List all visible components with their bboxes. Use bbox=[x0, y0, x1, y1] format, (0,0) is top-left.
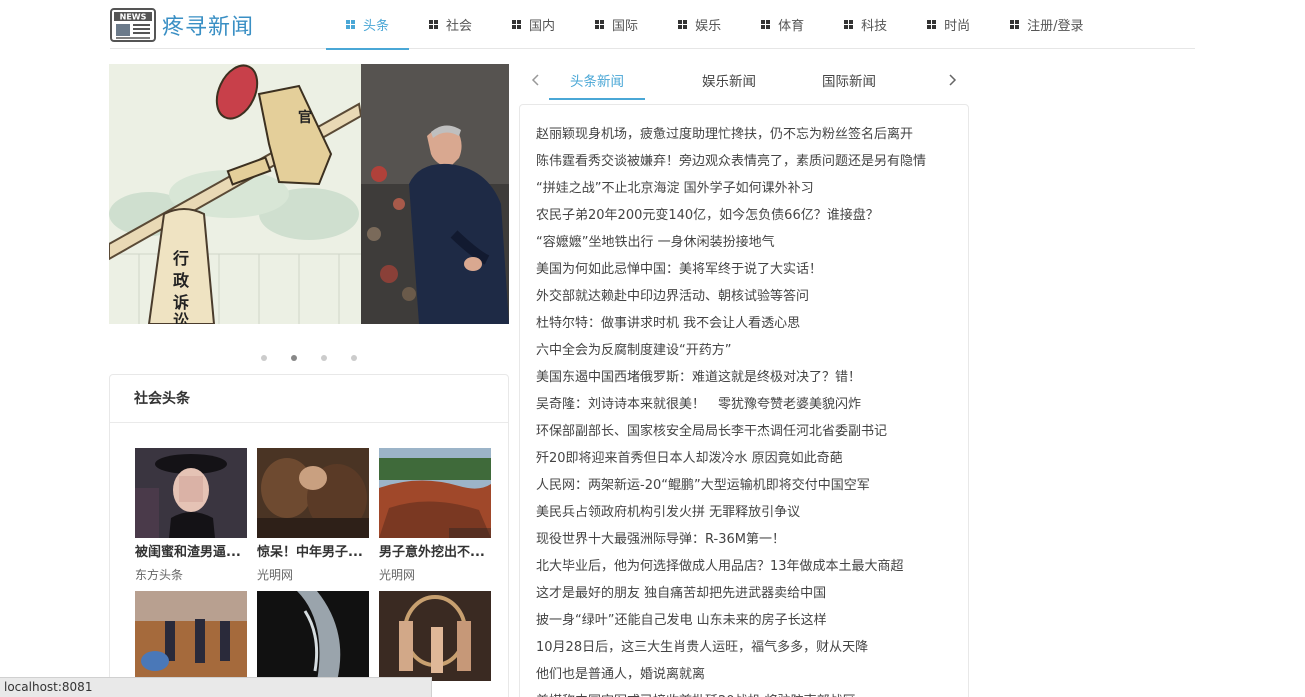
carousel-dot[interactable] bbox=[291, 355, 297, 361]
nav-item-label: 时尚 bbox=[944, 19, 971, 34]
society-item-source: 光明网 bbox=[257, 568, 294, 582]
browser-status-bar: localhost:8081 bbox=[0, 677, 432, 697]
society-item[interactable]: 惊呆！中年男子... 光明网 bbox=[257, 448, 369, 583]
nav-item[interactable]: 时尚 bbox=[907, 0, 990, 49]
society-item-image[interactable] bbox=[257, 448, 369, 538]
grid-icon bbox=[927, 20, 937, 29]
society-item-title[interactable]: 被闺蜜和渣男逼... bbox=[135, 541, 247, 560]
carousel-dot[interactable] bbox=[261, 355, 267, 361]
news-tab[interactable]: 国内新闻 bbox=[909, 64, 941, 100]
chevron-right-icon bbox=[949, 74, 957, 86]
news-item[interactable]: 人民网：两架新运-20“鲲鹏”大型运输机即将交付中国空军 bbox=[536, 476, 956, 503]
main-nav: 头条 社会 国内 国际 娱乐 体育 科技 时尚 注册/登录 bbox=[326, 0, 1104, 50]
news-tab[interactable]: 娱乐新闻 bbox=[669, 64, 789, 100]
news-item[interactable]: 10月28日后，这三大生肖贵人运旺，福气多多，财从天降 bbox=[536, 638, 956, 665]
nav-item-label: 注册/登录 bbox=[1027, 19, 1084, 34]
nav-item[interactable]: 娱乐 bbox=[658, 0, 741, 49]
tab-row: 头条新闻娱乐新闻国际新闻国内新闻 bbox=[549, 64, 941, 100]
nav-item[interactable]: 体育 bbox=[741, 0, 824, 49]
grid-icon bbox=[346, 20, 355, 29]
news-item[interactable]: 歼20即将迎来首秀但日本人却泼冷水 原因竟如此奇葩 bbox=[536, 449, 956, 476]
app-root: NEWS 疼寻新闻 头条 社会 国内 国际 娱乐 体育 科技 时尚 注册/登录 bbox=[0, 0, 1305, 697]
society-item-image[interactable] bbox=[135, 448, 247, 538]
news-item[interactable]: 美国为何如此忌惮中国：美将军终于说了大实话！ bbox=[536, 260, 956, 287]
nav-item-label: 科技 bbox=[861, 19, 888, 34]
news-item[interactable]: 陈伟霆看秀交谈被嫌弃！旁边观众表情亮了，素质问题还是另有隐情 bbox=[536, 152, 956, 179]
news-list-panel: 赵丽颖现身机场，疲惫过度助理忙搀扶，仍不忘为粉丝签名后离开 陈伟霆看秀交谈被嫌弃！… bbox=[519, 104, 969, 697]
nav-item[interactable]: 头条 bbox=[326, 0, 410, 50]
header: NEWS 疼寻新闻 头条 社会 国内 国际 娱乐 体育 科技 时尚 注册/登录 bbox=[110, 0, 1195, 50]
society-item-image[interactable] bbox=[257, 591, 369, 681]
grid-icon bbox=[512, 20, 522, 29]
grid-icon bbox=[429, 20, 439, 29]
news-item[interactable]: 环保部副部长、国家核安全局局长李干杰调任河北省委副书记 bbox=[536, 422, 956, 449]
nav-item[interactable]: 国内 bbox=[492, 0, 575, 49]
society-item-image[interactable] bbox=[379, 591, 491, 681]
news-item[interactable]: 吴奇隆：刘诗诗本来就很美！ 零犹豫夸赞老婆美貌闪炸 bbox=[536, 395, 956, 422]
news-tab[interactable]: 国际新闻 bbox=[789, 64, 909, 100]
grid-icon bbox=[595, 20, 605, 29]
carousel-dots bbox=[109, 352, 509, 364]
chevron-left-icon bbox=[531, 74, 539, 86]
nav-item-label: 娱乐 bbox=[695, 19, 722, 34]
news-item[interactable]: 美国东遏中国西堵俄罗斯：难道这就是终极对决了？错！ bbox=[536, 368, 956, 395]
news-tab[interactable]: 头条新闻 bbox=[549, 64, 645, 100]
logo-badge-text: NEWS bbox=[120, 13, 147, 22]
newspaper-icon: NEWS bbox=[110, 8, 156, 42]
cartoon-text-0: 官 bbox=[298, 109, 312, 126]
society-item-image[interactable] bbox=[135, 591, 247, 681]
news-item[interactable]: 披一身“绿叶”还能自己发电 山东未来的房子长这样 bbox=[536, 611, 956, 638]
society-item-source: 光明网 bbox=[379, 568, 416, 582]
society-item-title[interactable]: 男子意外挖出不... bbox=[379, 541, 491, 560]
cartoon-text-4: 讼 bbox=[173, 311, 189, 324]
news-item[interactable]: “拼娃之战”不止北京海淀 国外学子如何课外补习 bbox=[536, 179, 956, 206]
nav-item-label: 国内 bbox=[529, 19, 556, 34]
news-item[interactable]: 美民兵占领政府机构引发火拼 无罪释放引争议 bbox=[536, 503, 956, 530]
news-item[interactable]: 北大毕业后，他为何选择做成人用品店？13年做成本土最大商超 bbox=[536, 557, 956, 584]
news-tabs: 头条新闻娱乐新闻国际新闻国内新闻 bbox=[519, 64, 969, 100]
news-item[interactable]: 他们也是普通人，婚说离就离 bbox=[536, 665, 956, 692]
site-logo[interactable]: NEWS 疼寻新闻 bbox=[110, 8, 254, 42]
society-item-source: 东方头条 bbox=[135, 568, 184, 582]
tabs-next-button[interactable] bbox=[947, 72, 957, 91]
grid-icon bbox=[678, 20, 688, 29]
cartoon-text-2: 政 bbox=[173, 271, 190, 290]
grid-icon bbox=[844, 20, 854, 29]
tabs-prev-button[interactable] bbox=[531, 72, 541, 91]
society-card: 社会头条 被闺蜜和渣男逼... 东方头条 惊呆！中年男子... 光明网 男子意外… bbox=[109, 374, 509, 697]
grid-icon bbox=[1010, 20, 1020, 29]
carousel-dot[interactable] bbox=[351, 355, 357, 361]
news-item[interactable]: 六中全会为反腐制度建设“开药方” bbox=[536, 341, 956, 368]
nav-item-label: 头条 bbox=[363, 19, 390, 34]
nav-item[interactable]: 社会 bbox=[409, 0, 492, 49]
nav-item-label: 体育 bbox=[778, 19, 805, 34]
news-item[interactable]: 农民子弟20年200元变140亿，如今怎负债66亿？谁接盘？ bbox=[536, 206, 956, 233]
grid-icon bbox=[761, 20, 771, 29]
news-item[interactable]: 现役世界十大最强洲际导弹：R-36M第一！ bbox=[536, 530, 956, 557]
site-title: 疼寻新闻 bbox=[162, 15, 255, 40]
news-item[interactable]: 赵丽颖现身机场，疲惫过度助理忙搀扶，仍不忘为粉丝签名后离开 bbox=[536, 125, 956, 152]
nav-item-label: 国际 bbox=[612, 19, 639, 34]
carousel-slide-image[interactable]: 行 政 诉 讼 官 bbox=[109, 64, 509, 324]
news-list: 赵丽颖现身机场，疲惫过度助理忙搀扶，仍不忘为粉丝签名后离开 陈伟霆看秀交谈被嫌弃！… bbox=[520, 105, 968, 697]
news-item[interactable]: 杜特尔特：做事讲求时机 我不会让人看透心思 bbox=[536, 314, 956, 341]
cartoon-text-3: 诉 bbox=[173, 293, 189, 312]
news-item[interactable]: “容嬷嬷”坐地铁出行 一身休闲装扮接地气 bbox=[536, 233, 956, 260]
society-card-title: 社会头条 bbox=[110, 375, 508, 423]
society-item[interactable]: 男子意外挖出不... 光明网 bbox=[379, 448, 491, 583]
nav-item-label: 社会 bbox=[446, 19, 473, 34]
society-item[interactable]: 被闺蜜和渣男逼... 东方头条 bbox=[135, 448, 247, 583]
headline-carousel[interactable]: 行 政 诉 讼 官 bbox=[109, 64, 509, 324]
news-item[interactable]: 美媒称中国空军或已接收首批歼20战机 将驻防南部战区 bbox=[536, 692, 956, 697]
nav-item[interactable]: 注册/登录 bbox=[990, 0, 1103, 49]
society-item-title[interactable]: 惊呆！中年男子... bbox=[257, 541, 369, 560]
society-item-image[interactable] bbox=[379, 448, 491, 538]
news-item[interactable]: 这才是最好的朋友 独自痛苦却把先进武器卖给中国 bbox=[536, 584, 956, 611]
cartoon-text-1: 行 bbox=[172, 249, 189, 268]
news-item[interactable]: 外交部就达赖赴中印边界活动、朝核试验等答问 bbox=[536, 287, 956, 314]
society-thumb-grid: 被闺蜜和渣男逼... 东方头条 惊呆！中年男子... 光明网 男子意外挖出不..… bbox=[135, 448, 495, 697]
carousel-dot[interactable] bbox=[321, 355, 327, 361]
nav-item[interactable]: 国际 bbox=[575, 0, 658, 49]
nav-item[interactable]: 科技 bbox=[824, 0, 907, 49]
